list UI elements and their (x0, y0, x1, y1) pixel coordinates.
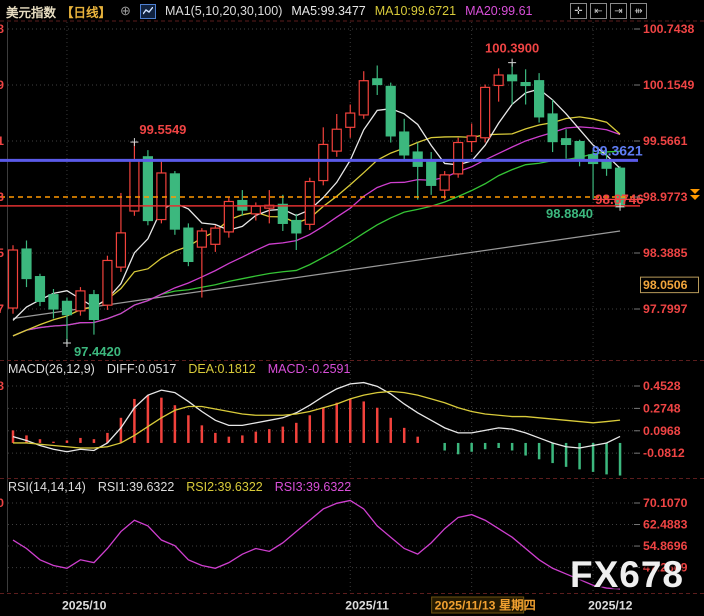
svg-text:100.3900: 100.3900 (485, 41, 539, 56)
svg-text:98.8840: 98.8840 (546, 206, 593, 221)
chart-canvas[interactable]: 99.362198.874699.554997.4420100.390098.8… (0, 0, 704, 616)
svg-text:2025/10: 2025/10 (62, 599, 107, 613)
axis-scale-icon[interactable]: ⇤ (590, 3, 607, 19)
svg-text:1: 1 (0, 134, 4, 148)
svg-text:-0.0812: -0.0812 (643, 446, 685, 460)
rsi-panel (13, 500, 620, 589)
ma-group-label: MA1(5,10,20,30,100) (165, 4, 282, 18)
chart-toolbar: ✛ ⇤ ⇥ ⇻ (567, 3, 647, 19)
svg-text:99.5661: 99.5661 (643, 134, 688, 148)
ma10-value: MA10:99.6721 (375, 4, 456, 18)
chart-style-icon[interactable] (140, 4, 156, 19)
svg-text:0.2748: 0.2748 (643, 401, 681, 415)
svg-text:5: 5 (0, 246, 4, 260)
svg-text:54.8696: 54.8696 (643, 539, 688, 553)
svg-text:0.4528: 0.4528 (643, 379, 681, 393)
svg-text:9: 9 (0, 78, 4, 92)
svg-text:3: 3 (0, 190, 4, 204)
rsi3-value: RSI3:39.6322 (275, 480, 351, 496)
ma20-value: MA20:99.61 (465, 4, 532, 18)
macd-dea-value: DEA:0.1812 (188, 362, 255, 378)
macd-header: MACD(26,12,9) DIFF:0.0517 DEA:0.1812 MAC… (8, 362, 362, 378)
svg-text:7: 7 (0, 302, 4, 316)
shift-right-icon[interactable]: ⇻ (630, 3, 647, 19)
chart-header: 美元指数 【日线】 ⊕ MA1(5,10,20,30,100) MA5:99.3… (6, 2, 541, 20)
watermark: FX678 (570, 554, 684, 596)
svg-text:2025/12: 2025/12 (588, 599, 633, 613)
trading-chart-window: 99.362198.874699.554997.4420100.390098.8… (0, 0, 704, 616)
svg-text:97.7997: 97.7997 (643, 302, 688, 316)
macd-diff-value: DIFF:0.0517 (107, 362, 176, 378)
symbol-name: 美元指数 (6, 2, 56, 21)
svg-text:2025/11: 2025/11 (345, 599, 389, 613)
add-indicator-icon[interactable]: ⊕ (120, 3, 131, 19)
gridlines (0, 21, 704, 594)
svg-text:99.3621: 99.3621 (592, 142, 643, 158)
svg-text:62.4883: 62.4883 (643, 518, 688, 532)
svg-text:98.3885: 98.3885 (643, 246, 688, 260)
svg-text:99.5549: 99.5549 (139, 122, 186, 137)
svg-text:0.0968: 0.0968 (643, 424, 681, 438)
svg-text:98.0506: 98.0506 (643, 278, 688, 292)
svg-text:100.7438: 100.7438 (643, 22, 694, 36)
svg-text:100.1549: 100.1549 (643, 78, 694, 92)
rsi2-value: RSI2:39.6322 (186, 480, 262, 496)
macd-params: MACD(26,12,9) (8, 362, 95, 378)
macd-macd-value: MACD:-0.2591 (268, 362, 351, 378)
svg-text:70.1070: 70.1070 (643, 496, 688, 510)
svg-text:98.9773: 98.9773 (643, 190, 688, 204)
svg-text:8: 8 (0, 22, 4, 36)
svg-text:2025/11/13 星期四: 2025/11/13 星期四 (435, 598, 536, 613)
svg-text:0: 0 (0, 496, 4, 510)
rsi-header: RSI(14,14,14) RSI1:39.6322 RSI2:39.6322 … (8, 480, 363, 496)
pan-icon[interactable]: ✛ (570, 3, 587, 19)
period-label: 【日线】 (61, 2, 111, 21)
rsi1-value: RSI1:39.6322 (98, 480, 174, 496)
svg-text:97.4420: 97.4420 (74, 344, 121, 359)
svg-text:8: 8 (0, 379, 4, 393)
price-panel: 99.362198.874699.554997.4420100.390098.8… (0, 41, 700, 359)
rsi-params: RSI(14,14,14) (8, 480, 86, 496)
macd-panel (13, 383, 620, 476)
axis-forward-icon[interactable]: ⇥ (610, 3, 627, 19)
ma5-value: MA5:99.3477 (291, 4, 365, 18)
